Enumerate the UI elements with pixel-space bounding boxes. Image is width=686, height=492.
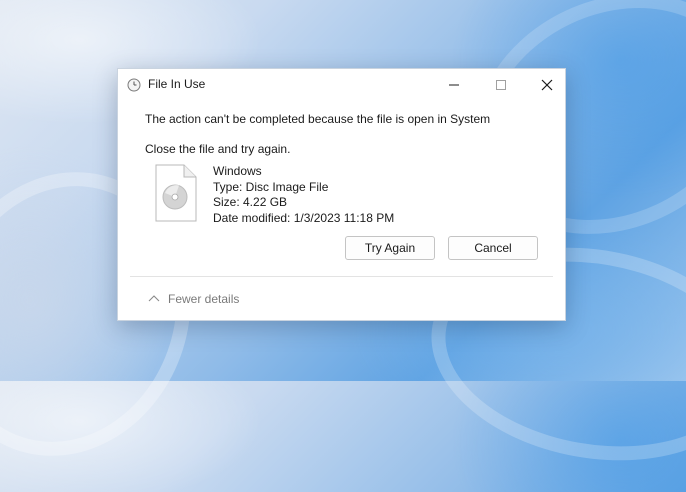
chevron-up-icon: [148, 295, 160, 302]
maximize-icon: [496, 80, 506, 90]
fewer-details-label: Fewer details: [168, 292, 240, 306]
file-in-use-dialog: File In Use The action can't be complete…: [117, 68, 566, 321]
instruction-text: Close the file and try again.: [145, 142, 291, 156]
file-date-modified: Date modified: 1/3/2023 11:18 PM: [213, 210, 395, 225]
try-again-button[interactable]: Try Again: [345, 236, 435, 260]
dialog-title: File In Use: [148, 77, 206, 91]
file-name: Windows: [213, 164, 262, 178]
maximize-button[interactable]: [486, 73, 516, 97]
minimize-icon: [449, 84, 459, 86]
file-size: Size: 4.22 GB: [213, 195, 288, 209]
file-details: Windows Type: Disc Image File Size: 4.22…: [213, 164, 394, 226]
cancel-button[interactable]: Cancel: [448, 236, 538, 260]
title-bar[interactable]: File In Use: [118, 69, 565, 101]
error-message: The action can't be completed because th…: [145, 112, 491, 126]
clock-icon: [127, 77, 141, 92]
disc-image-file-icon: [154, 164, 198, 222]
minimize-button[interactable]: [439, 73, 469, 97]
close-icon: [541, 79, 553, 91]
file-type: Type: Disc Image File: [213, 179, 329, 194]
footer-divider: [130, 276, 553, 277]
close-button[interactable]: [532, 73, 562, 97]
